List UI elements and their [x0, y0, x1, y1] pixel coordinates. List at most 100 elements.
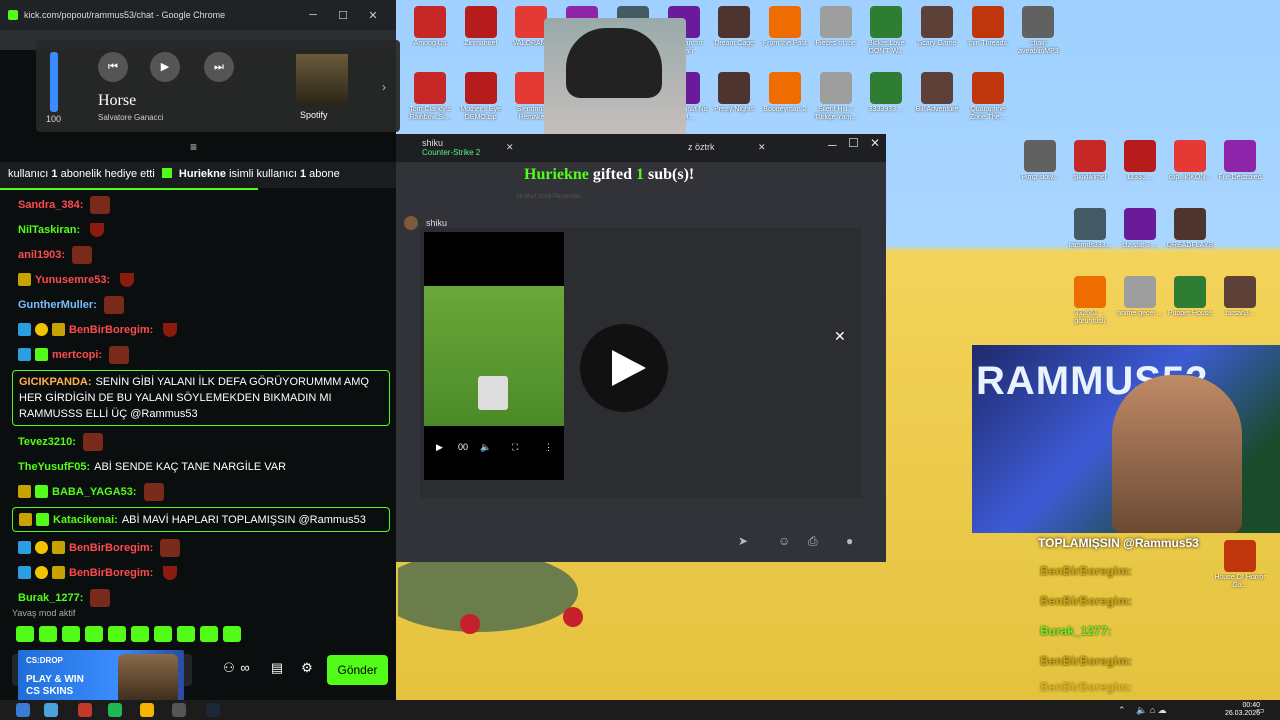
attach-icon[interactable]: ⎙: [808, 534, 818, 549]
minimize-icon[interactable]: ─: [298, 9, 328, 21]
chat-username[interactable]: anil1903:: [18, 249, 65, 261]
desktop-icon[interactable]: DREADFLAYS: [1164, 208, 1216, 250]
chat-username[interactable]: BenBirBoregim:: [69, 542, 153, 554]
infinity-icon[interactable]: ∞: [236, 660, 254, 678]
maximize-icon[interactable]: ☐: [848, 136, 859, 150]
play-icon[interactable]: ▶: [436, 442, 443, 453]
emote-icon[interactable]: [62, 626, 80, 642]
emote-icon[interactable]: [85, 626, 103, 642]
desktop-icon[interactable]: Bicker Love DON'T W...: [860, 6, 912, 56]
previous-track-icon[interactable]: ⏮: [98, 52, 128, 82]
minimize-icon[interactable]: ─: [828, 138, 837, 152]
desktop-icon[interactable]: Bill Adventure: [911, 72, 963, 114]
windows-icon[interactable]: [44, 703, 58, 717]
big-play-button[interactable]: [580, 324, 668, 412]
video-player[interactable]: ▶ 00 🔈 ⛶ ⋮: [424, 232, 564, 480]
tab-close-icon[interactable]: ✕: [506, 142, 514, 153]
app-icon[interactable]: [78, 703, 92, 717]
desktop-icon[interactable]: Dream Cage: [708, 6, 760, 48]
desktop-icon[interactable]: chain aveablinMP3: [1012, 6, 1064, 56]
desktop-icon[interactable]: Mother's Eye DEMO.cip: [455, 72, 507, 122]
chat-username[interactable]: BenBirBoregim:: [69, 567, 153, 579]
desktop-icon[interactable]: tarsan3...: [1214, 276, 1266, 318]
close-icon[interactable]: ✕: [834, 328, 846, 345]
chat-username[interactable]: mertcopi:: [52, 349, 102, 361]
desktop-icon[interactable]: Pretty Nights: [708, 72, 760, 114]
close-icon[interactable]: ✕: [870, 136, 880, 150]
microphone-icon[interactable]: ●: [846, 534, 853, 548]
chat-username[interactable]: BenBirBoregim:: [69, 324, 153, 336]
chat-username[interactable]: GuntherMuller:: [18, 299, 97, 311]
chat-username[interactable]: Sandra_384:: [18, 199, 83, 211]
pinned-toggle-icon[interactable]: ≡: [190, 140, 197, 154]
desktop-icon[interactable]: Among Us: [404, 6, 456, 48]
emote-icon[interactable]: [154, 626, 172, 642]
emote-icon[interactable]: [200, 626, 218, 642]
taskbar: ⌃ 🔈 ⌂ ☁ 00:40 26.03.2026 ▭: [0, 700, 1280, 720]
emote-icon[interactable]: [223, 626, 241, 642]
fullscreen-icon[interactable]: ⛶: [512, 442, 518, 453]
chrome-icon[interactable]: [140, 703, 154, 717]
tray-chevron-icon[interactable]: ⌃: [1118, 705, 1126, 716]
emote-icon[interactable]: [39, 626, 57, 642]
desktop-icon[interactable]: thin Threads: [962, 6, 1014, 48]
chat-username[interactable]: NilTaskiran:: [18, 224, 80, 236]
chat-username[interactable]: Katacikenai:: [53, 514, 118, 526]
tab-shiku[interactable]: shiku Counter-Strike 2: [422, 138, 480, 157]
notification-icon[interactable]: ▭: [1256, 705, 1265, 716]
play-icon[interactable]: ▶: [150, 52, 180, 82]
tab-oztrk[interactable]: z öztrk: [688, 142, 715, 152]
tray-icons[interactable]: 🔈 ⌂ ☁: [1136, 705, 1167, 716]
volume-icon[interactable]: 🔈: [480, 442, 491, 453]
emote-icon[interactable]: [108, 626, 126, 642]
desktop-icon[interactable]: anime gecel ...: [1114, 276, 1166, 318]
store-icon[interactable]: ▤: [268, 660, 286, 678]
desktop-icon[interactable]: rammus333...: [1064, 208, 1116, 250]
system-clock[interactable]: 00:40 26.03.2026: [1225, 702, 1260, 718]
desktop-icon[interactable]: From the Past: [759, 6, 811, 48]
chat-username[interactable]: GICIKPANDA:: [19, 376, 92, 388]
desktop-icon[interactable]: Scary Game: [911, 6, 963, 48]
chat-username[interactable]: Yunusemre53:: [35, 274, 110, 286]
desktop-icon[interactable]: Zinmahirel: [455, 6, 507, 48]
desktop-icon[interactable]: Puppet House: [1164, 276, 1216, 318]
send-button[interactable]: Gönder: [327, 655, 388, 685]
desktop-icon[interactable]: 3333973 ...: [860, 72, 912, 114]
maximize-icon[interactable]: ☐: [328, 9, 358, 22]
chat-username[interactable]: TheYusufF05:: [18, 461, 90, 473]
desktop-icon[interactable]: Tom Clancy's Rainbow Si...: [404, 72, 456, 122]
emote-icon[interactable]: [177, 626, 195, 642]
chevron-right-icon[interactable]: ›: [382, 80, 386, 94]
csdrop-ad[interactable]: CS:DROP PLAY & WIN CS SKINS: [18, 650, 184, 706]
chat-username[interactable]: Burak_1277:: [18, 592, 83, 604]
desktop-icon[interactable]: clz stat 3 ...: [1114, 208, 1166, 250]
avatar[interactable]: [404, 216, 418, 230]
desktop-icon[interactable]: File Destroied: [1214, 140, 1266, 182]
emote-icon[interactable]: [131, 626, 149, 642]
volume-slider[interactable]: [50, 52, 58, 112]
emote-icon[interactable]: [16, 626, 34, 642]
send-icon[interactable]: ➤: [738, 534, 748, 548]
chat-username[interactable]: BABA_YAGA53:: [52, 486, 137, 498]
tab-close-icon[interactable]: ✕: [758, 142, 766, 153]
desktop-icon[interactable]: Pieces of me: [810, 6, 862, 48]
desktop-icon[interactable]: şikiklikimet: [1064, 140, 1116, 182]
gear-icon[interactable]: ⚙: [298, 660, 316, 678]
desktop-icon[interactable]: Quarantine Zone The...: [962, 72, 1014, 122]
next-track-icon[interactable]: ⏭: [204, 52, 234, 82]
desktop-icon[interactable]: Boogeyman 2: [759, 72, 811, 114]
steam-icon[interactable]: [206, 703, 220, 717]
desktop-icon[interactable]: 332661 ... görüntüsü: [1064, 276, 1116, 326]
app-icon[interactable]: [172, 703, 186, 717]
close-icon[interactable]: ✕: [358, 9, 388, 22]
desktop-icon[interactable]: Pimp slow...: [1014, 140, 1066, 182]
spotify-icon[interactable]: [108, 703, 122, 717]
chat-username[interactable]: Tevez3210:: [18, 436, 76, 448]
desktop-icon[interactable]: 12331 ...: [1114, 140, 1166, 182]
more-options-icon[interactable]: ⋮: [544, 442, 553, 453]
desktop-icon[interactable]: Silent Hill 7 Türkçe Yam...: [810, 72, 862, 122]
desktop-icon[interactable]: clip_ikIKON...: [1164, 140, 1216, 182]
start-icon[interactable]: [16, 703, 30, 717]
emoji-icon[interactable]: ☺: [778, 534, 790, 548]
message-author[interactable]: shiku: [426, 218, 447, 228]
